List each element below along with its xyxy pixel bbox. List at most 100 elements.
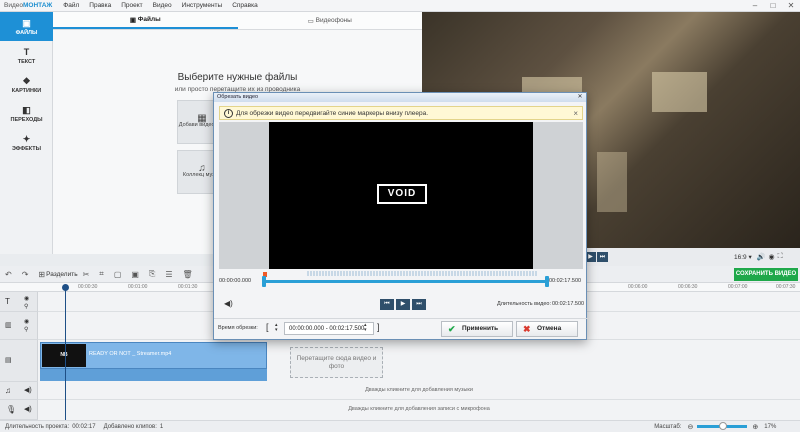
sidebar-item-transitions[interactable]: ◧ ПЕРЕХОДЫ (0, 99, 53, 128)
text-icon: T (5, 297, 10, 306)
split-button[interactable]: Разделить (46, 271, 77, 278)
tab-files[interactable]: ▣ Файлы (53, 12, 238, 29)
cross-icon: ✖ (523, 324, 531, 334)
void-logo: VOID (377, 184, 427, 204)
trim-time-input[interactable]: 00:00:00.000 - 00:02:17.500 (284, 322, 374, 335)
image-icon: ▣ (129, 16, 138, 24)
close-icon[interactable]: × (573, 107, 578, 120)
menu-video[interactable]: Видео (148, 2, 177, 9)
start-timecode: 00:00:00.000 (219, 278, 252, 284)
trim-time-label: Время обрезки: (218, 325, 258, 331)
camera-icon[interactable]: ◉ (768, 253, 774, 261)
info-banner: i Для обрезки видео передвигайте синие м… (219, 106, 583, 120)
video-clip[interactable]: NB READY OR NOT _ Streamer.mp4 (40, 342, 267, 369)
zoom-in-icon[interactable]: ⊕ (752, 423, 758, 431)
sidebar-item-effects[interactable]: ✦ ЭФФЕКТЫ (0, 128, 53, 157)
info-text: Для обрезки видео передвигайте синие мар… (236, 110, 429, 117)
clips-label: Добавлено клипов: (103, 423, 157, 430)
dialog-title: Обрезать видео (217, 94, 259, 100)
trim-range (264, 280, 547, 283)
skip-back-icon[interactable]: ⏮ (380, 299, 394, 310)
dialog-footer: Время обрезки: [ 00:00:00.000 - 00:02:17… (214, 318, 588, 340)
trim-start-handle[interactable] (262, 276, 266, 287)
skip-forward-icon[interactable]: ⏭ (412, 299, 426, 310)
effects-icon: ✦ (22, 133, 31, 144)
eye-icon[interactable]: ◉ (24, 295, 29, 302)
trim-video-dialog: Обрезать видео ✕ i Для обрезки видео пер… (213, 92, 588, 340)
music-track-head: ♫ ◀) (0, 382, 38, 400)
sidebar-item-files[interactable]: ▣ ФАЙЛЫ (0, 12, 53, 41)
close-icon[interactable]: ✕ (782, 0, 800, 12)
clip-label: READY OR NOT _ Streamer.mp4 (89, 351, 172, 357)
music-hint[interactable]: Дважды кликните для добавления музыки (38, 387, 800, 393)
frame-icon[interactable]: ▢ (114, 270, 122, 279)
link-icon[interactable]: ⚲ (24, 326, 28, 333)
sidebar-item-images[interactable]: ❖ КАРТИНКИ (0, 70, 53, 99)
files-title: Выберите нужные файлы (177, 72, 298, 83)
crop-icon[interactable]: ⌗ (99, 269, 104, 279)
minimize-icon[interactable]: – (746, 0, 764, 12)
volume-icon[interactable]: 🔊 (757, 253, 766, 261)
end-stepper[interactable]: ▴ ▾ (364, 323, 367, 333)
video-duration-label: Длительность видео: (497, 301, 552, 307)
zoom-slider-handle[interactable] (719, 422, 728, 430)
zoom-out-icon[interactable]: ⊖ (688, 423, 694, 431)
undo-icon[interactable]: ↶ (5, 270, 12, 279)
menu-help[interactable]: Справка (227, 2, 263, 9)
play-icon[interactable]: ▶ (396, 299, 410, 310)
start-stepper[interactable]: ▴ ▾ (275, 323, 278, 333)
image-icon: ❖ (22, 75, 31, 86)
redo-icon[interactable]: ↷ (22, 270, 29, 279)
sidebar-item-text[interactable]: T ТЕКСТ (0, 41, 53, 70)
menu-project[interactable]: Проект (116, 2, 147, 9)
cancel-button[interactable]: ✖ Отмена (516, 321, 578, 337)
aspect-select[interactable]: 16:9 ▾ (734, 253, 752, 261)
eye-icon[interactable]: ◉ (24, 318, 29, 325)
ruler-tick: 00:00:30 (78, 284, 98, 290)
split-icon[interactable]: ⊞ (38, 270, 45, 279)
video-icon: ▭ (307, 17, 316, 25)
maximize-icon[interactable]: □ (764, 0, 782, 12)
save-video-button[interactable]: СОХРАНИТЬ ВИДЕО (734, 268, 798, 281)
playhead[interactable] (65, 285, 66, 420)
folder-icon: ▣ (22, 17, 31, 28)
drop-zone[interactable]: Перетащите сюда видео и фото (290, 347, 383, 378)
volume-icon[interactable]: ◀) (224, 299, 233, 308)
ruler-tick: 00:07:30 (776, 284, 796, 290)
ruler-tick: 00:06:00 (628, 284, 648, 290)
menu-file[interactable]: Файл (58, 2, 84, 9)
delete-icon[interactable]: 🗑 (183, 270, 193, 279)
link-icon[interactable]: ⚲ (24, 303, 28, 310)
dialog-video-player: VOID (219, 122, 583, 269)
scissors-icon[interactable]: ✂ (83, 270, 90, 279)
skip-forward-icon[interactable]: ⏭ (597, 252, 608, 262)
image-icon[interactable]: ▣ (131, 270, 139, 279)
export-icon[interactable]: ⎘ (149, 269, 155, 279)
tab-video-backgrounds[interactable]: ▭ Видеофоны (238, 12, 423, 29)
status-bar: Длительность проекта: 00:02:17 Добавлено… (0, 420, 800, 432)
end-timecode: 00:02:17.500 (549, 278, 582, 284)
fullscreen-icon[interactable]: ⛶ (778, 253, 783, 261)
video-track-head: ▤ (0, 340, 38, 382)
zoom-slider[interactable] (697, 422, 748, 430)
overlay-track-head: ▥ ◉ ⚲ (0, 312, 38, 340)
apply-button[interactable]: ✔ Применить (441, 321, 513, 337)
check-icon: ✔ (448, 324, 456, 334)
audio-waveform[interactable] (40, 369, 267, 381)
ruler-tick: 00:01:00 (128, 284, 148, 290)
zoom-value: 17% (764, 423, 777, 430)
sliders-icon[interactable]: ☰ (165, 270, 172, 279)
ruler-tick: 00:07:00 (728, 284, 748, 290)
mic-hint[interactable]: Дважды кликните для добавления записи с … (38, 406, 800, 412)
close-icon[interactable]: ✕ (576, 94, 584, 101)
music-icon: ♫ (5, 386, 11, 395)
volume-icon[interactable]: ◀) (24, 386, 32, 394)
film-icon: ▤ (5, 357, 12, 364)
mic-track-head: 🎙 ◀) (0, 400, 38, 420)
menu-edit[interactable]: Правка (84, 2, 116, 9)
playhead-handle[interactable] (62, 284, 69, 291)
info-icon: i (224, 109, 233, 118)
volume-icon[interactable]: ◀) (24, 405, 32, 413)
menu-tools[interactable]: Инструменты (177, 2, 228, 9)
text-track-head: T ◉ ⚲ (0, 292, 38, 312)
